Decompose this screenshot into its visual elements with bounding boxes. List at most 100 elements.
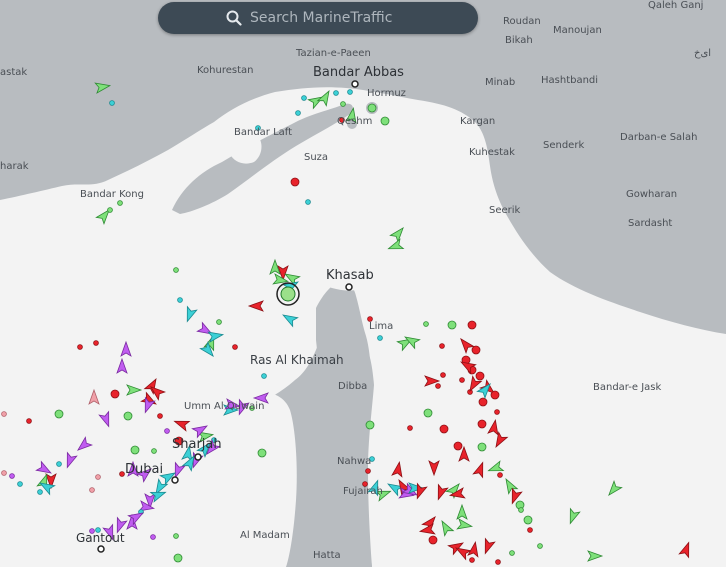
vessel-dot-icon[interactable] bbox=[440, 372, 446, 378]
vessel-dot-icon[interactable] bbox=[295, 110, 301, 116]
vessel-dot-icon[interactable] bbox=[467, 320, 477, 330]
vessel-dot-icon[interactable] bbox=[377, 335, 383, 341]
vessel-dot-icon[interactable] bbox=[216, 319, 222, 325]
vessel-dot-icon[interactable] bbox=[123, 411, 133, 421]
vessel-dot-icon[interactable] bbox=[365, 420, 375, 430]
vessel-dot-icon[interactable] bbox=[478, 397, 488, 407]
place-label: Bandar Laft bbox=[234, 127, 293, 138]
vessel-dot-icon[interactable] bbox=[164, 428, 170, 434]
vessel-dot-icon[interactable] bbox=[26, 418, 32, 424]
search-input[interactable] bbox=[224, 9, 478, 27]
vessel-dot-icon[interactable] bbox=[453, 441, 463, 451]
vessel-dot-icon[interactable] bbox=[537, 543, 543, 549]
place-label: Hormuz bbox=[367, 88, 406, 99]
vessel-dot-icon[interactable] bbox=[509, 550, 515, 556]
vessel-dot-icon[interactable] bbox=[477, 442, 487, 452]
place-label: Bikah bbox=[505, 35, 533, 46]
place-label: Tazian-e-Paeen bbox=[296, 48, 371, 59]
vessel-arrow-icon[interactable] bbox=[94, 81, 112, 94]
place-label: Nahwa bbox=[337, 456, 372, 467]
vessel-dot-icon[interactable] bbox=[475, 371, 485, 381]
vessel-dot-icon[interactable] bbox=[9, 473, 15, 479]
vessel-dot-icon[interactable] bbox=[367, 103, 377, 113]
vessel-dot-icon[interactable] bbox=[439, 424, 449, 434]
vessel-dot-icon[interactable] bbox=[130, 445, 140, 455]
place-label: ای‌خ bbox=[694, 48, 712, 59]
vessel-dot-icon[interactable] bbox=[109, 100, 115, 106]
place-label: Kuhestak bbox=[469, 147, 515, 158]
place-label: Fujairah bbox=[343, 486, 383, 497]
vessel-dot-icon[interactable] bbox=[347, 89, 353, 95]
vessel-dot-icon[interactable] bbox=[107, 207, 113, 213]
vessel-dot-icon[interactable] bbox=[56, 461, 62, 467]
place-label: Minab bbox=[485, 77, 516, 88]
vessel-dot-icon[interactable] bbox=[110, 389, 120, 399]
vessel-dot-icon[interactable] bbox=[471, 345, 481, 355]
vessel-dot-icon[interactable] bbox=[261, 373, 267, 379]
vessel-dot-icon[interactable] bbox=[89, 487, 95, 493]
vessel-dot-icon[interactable] bbox=[95, 474, 101, 480]
vessel-dot-icon[interactable] bbox=[527, 527, 533, 533]
vessel-dot-icon[interactable] bbox=[93, 340, 99, 346]
place-label: Hatta bbox=[313, 550, 341, 561]
vessel-dot-icon[interactable] bbox=[1, 411, 7, 417]
place-label: Roudan bbox=[503, 16, 541, 27]
vessel-dot-icon[interactable] bbox=[117, 200, 123, 206]
vessel-dot-icon[interactable] bbox=[439, 343, 445, 349]
vessel-dot-icon[interactable] bbox=[423, 321, 429, 327]
vessel-dot-icon[interactable] bbox=[495, 559, 501, 565]
vessel-dot-icon[interactable] bbox=[459, 377, 465, 383]
vessel-dot-icon[interactable] bbox=[301, 95, 307, 101]
place-label: Qeshm bbox=[337, 116, 373, 127]
search-bar[interactable] bbox=[158, 2, 478, 34]
vessel-dot-icon[interactable] bbox=[290, 177, 300, 187]
vessel-dot-icon[interactable] bbox=[119, 471, 125, 477]
vessel-dot-icon[interactable] bbox=[173, 533, 179, 539]
place-label: Manoujan bbox=[553, 25, 602, 36]
vessel-dot-icon[interactable] bbox=[305, 199, 311, 205]
vessel-dot-icon[interactable] bbox=[523, 515, 533, 525]
vessel-dot-icon[interactable] bbox=[494, 409, 500, 415]
vessel-dot-icon[interactable] bbox=[340, 101, 346, 107]
place-label: Umm Al Quwain bbox=[184, 401, 265, 412]
place-label: Hashtbandi bbox=[541, 75, 599, 86]
vessel-dot-icon[interactable] bbox=[150, 534, 156, 540]
vessel-dot-icon[interactable] bbox=[173, 553, 183, 563]
vessel-dot-icon[interactable] bbox=[257, 448, 267, 458]
vessel-dot-icon[interactable] bbox=[435, 383, 441, 389]
vessel-dot-icon[interactable] bbox=[407, 425, 413, 431]
place-label: Dibba bbox=[338, 381, 368, 392]
place-label: Kargan bbox=[460, 116, 496, 127]
map-canvas[interactable] bbox=[0, 0, 726, 567]
vessel-dot-icon[interactable] bbox=[232, 344, 238, 350]
place-label: Bandar Abbas bbox=[313, 65, 404, 80]
vessel-dot-icon[interactable] bbox=[173, 267, 179, 273]
vessel-dot-icon[interactable] bbox=[447, 320, 457, 330]
vessel-dot-icon[interactable] bbox=[497, 472, 503, 478]
place-label: Khasab bbox=[326, 268, 374, 283]
vessel-dot-icon[interactable] bbox=[428, 535, 438, 545]
vessel-dot-icon[interactable] bbox=[37, 489, 43, 495]
vessel-dot-icon[interactable] bbox=[1, 470, 7, 476]
vessel-dot-icon[interactable] bbox=[518, 507, 524, 513]
vessel-dot-icon[interactable] bbox=[333, 90, 339, 96]
place-label: Darban-e Salah bbox=[620, 132, 698, 143]
place-label: Bandar-e Jask bbox=[593, 382, 662, 393]
vessel-dot-icon[interactable] bbox=[469, 557, 475, 563]
vessel-dot-icon[interactable] bbox=[77, 344, 83, 350]
vessel-dot-icon[interactable] bbox=[17, 481, 23, 487]
vessel-dot-icon[interactable] bbox=[365, 468, 371, 474]
vessel-dot-icon[interactable] bbox=[477, 419, 487, 429]
place-label: Kohurestan bbox=[197, 65, 254, 76]
place-label: Al Madam bbox=[240, 530, 290, 541]
place-label: Suza bbox=[304, 152, 329, 163]
vessel-dot-icon[interactable] bbox=[423, 408, 433, 418]
place-label: Sardasht bbox=[628, 218, 673, 229]
vessel-dot-icon[interactable] bbox=[177, 297, 183, 303]
vessel-dot-icon[interactable] bbox=[157, 413, 163, 419]
vessel-dot-icon[interactable] bbox=[151, 448, 157, 454]
place-label: Seerik bbox=[489, 205, 521, 216]
vessel-dot-icon[interactable] bbox=[380, 116, 390, 126]
vessel-dot-icon[interactable] bbox=[54, 409, 64, 419]
vessel-dot-icon[interactable] bbox=[490, 390, 500, 400]
